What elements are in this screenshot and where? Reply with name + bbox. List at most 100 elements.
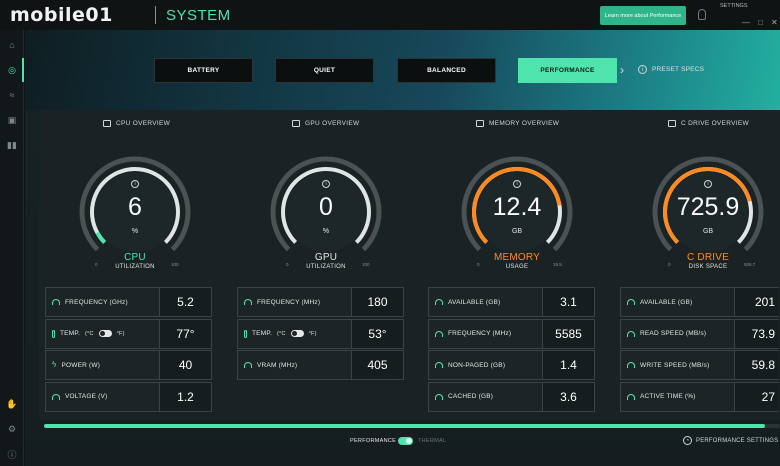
gauge-icon — [627, 330, 635, 337]
gauge-icon — [435, 393, 443, 400]
usage-gauge: i 12.4 GB MEMORY USAGE 0 15.5 — [457, 150, 577, 275]
info-icon[interactable]: i — [131, 180, 139, 188]
preset-balanced-button[interactable]: BALANCED — [397, 58, 496, 83]
page-title: SYSTEM — [166, 7, 231, 24]
stat-label-cell: CACHED (GB) — [428, 381, 542, 412]
mode-progress-track — [44, 424, 780, 428]
stat-value: 3.6 — [542, 381, 595, 412]
performance-settings-label: PERFORMANCE SETTINGS — [696, 437, 779, 444]
info-icon[interactable]: i — [638, 65, 647, 74]
stat-label-cell: WRITE SPEED (MB/s) — [620, 350, 734, 380]
mode-performance-label: PERFORMANCE — [350, 438, 397, 444]
device-icon[interactable]: ▣ — [5, 113, 19, 127]
stat-row: ϟ POWER (W) 40 — [45, 350, 212, 382]
app-window: mobile01 SYSTEM Learn more about Perform… — [0, 0, 780, 466]
gauge-min: 0 — [668, 262, 671, 267]
mode-toggle[interactable] — [398, 437, 413, 445]
stat-table: FREQUENCY (GHz) 5.2 TEMP. (°C °F) 77° ϟ POWER (… — [45, 287, 212, 413]
stat-label-cell: FREQUENCY (MHz) — [237, 287, 351, 317]
stat-value: 405 — [351, 350, 404, 380]
audio-icon[interactable]: ▮▮ — [5, 138, 19, 152]
overview-title: GPU OVERVIEW — [305, 119, 360, 127]
feedback-icon[interactable]: ✋ — [5, 397, 19, 411]
gauge-value: 725.9 — [676, 193, 740, 221]
gauge-max: 15.5 — [553, 262, 562, 267]
stat-label: AVAILABLE (GB) — [448, 298, 501, 306]
lightbulb-icon[interactable] — [698, 9, 706, 20]
stat-value: 59.8 — [734, 350, 779, 380]
sidebar-active-indicator — [22, 58, 24, 82]
stat-row: FREQUENCY (MHz) 5585 — [428, 318, 595, 351]
stat-row: FREQUENCY (GHz) 5.2 — [45, 287, 212, 319]
gauge-value: 6 — [128, 193, 142, 221]
overview-header-3: C DRIVE OVERVIEW — [668, 118, 749, 128]
preset-performance-button[interactable]: PERFORMANCE — [518, 58, 617, 83]
temperature-unit-toggle[interactable] — [98, 330, 112, 337]
gauge-min: 0 — [95, 262, 98, 267]
info-icon[interactable]: i — [513, 180, 521, 188]
system-icon[interactable]: ◎ — [5, 63, 19, 77]
gauge-max: 100 — [171, 262, 179, 267]
info-icon[interactable]: i — [704, 180, 712, 188]
preset-quiet-button[interactable]: QUIET — [275, 58, 374, 83]
stat-value: 53° — [351, 318, 404, 349]
stat-row: AVAILABLE (GB) 3.1 — [428, 287, 595, 319]
drive-icon — [668, 119, 676, 127]
stat-row: VOLTAGE (V) 1.2 — [45, 381, 212, 414]
gauge-unit: % — [131, 228, 139, 235]
chevron-right-icon[interactable]: › — [620, 63, 624, 77]
minimize-icon[interactable]: — — [742, 18, 750, 27]
gear-icon[interactable]: ⚙ — [5, 422, 19, 436]
maximize-icon[interactable]: □ — [758, 18, 763, 27]
info-icon[interactable]: i — [322, 180, 330, 188]
gauge-icon — [244, 362, 252, 368]
stat-label: CACHED (GB) — [448, 393, 494, 400]
usage-gauge: i 0% GPU UTILIZATION 0 100 — [266, 150, 386, 275]
gauge-min: 0 — [286, 262, 289, 267]
stat-table: AVAILABLE (GB) 201 READ SPEED (MB/s) 73.9 WR… — [620, 287, 779, 413]
stat-value: 1.4 — [542, 350, 595, 380]
info-icon[interactable]: ⓘ — [5, 447, 19, 461]
memory-icon — [476, 119, 484, 127]
stat-table: AVAILABLE (GB) 3.1 FREQUENCY (MHz) 5585 NON-… — [428, 287, 595, 413]
stat-label: READ SPEED (MB/s) — [640, 330, 707, 337]
lighting-icon[interactable]: ≈ — [5, 88, 19, 102]
overview-header-2: MEMORY OVERVIEW — [476, 118, 559, 128]
speedometer-icon: ◔ — [683, 436, 692, 445]
overview-header-0: CPU OVERVIEW — [103, 118, 170, 128]
gauge-icon — [627, 393, 635, 400]
learn-more-button[interactable]: Learn more about Performance — [600, 6, 686, 25]
stat-row: TEMP. (°C °F) 53° — [237, 318, 404, 351]
stat-label: AVAILABLE (GB) — [640, 298, 693, 306]
gauge-unit: GB — [702, 228, 714, 235]
close-icon[interactable]: ✕ — [771, 18, 778, 27]
preset-specs-link[interactable]: PRESET SPECS — [652, 66, 704, 73]
gauge-min: 0 — [477, 262, 480, 267]
gauge-max: 100 — [362, 262, 370, 267]
gauge-icon — [435, 330, 443, 337]
thermometer-icon — [52, 329, 55, 338]
stat-label: FREQUENCY (MHz) — [257, 298, 321, 306]
stat-label-cell: FREQUENCY (MHz) — [428, 318, 542, 349]
stat-label: ACTIVE TIME (%) — [640, 393, 696, 400]
home-icon[interactable]: ⌂ — [5, 38, 19, 52]
performance-settings-button[interactable]: ◔ PERFORMANCE SETTINGS — [683, 436, 778, 445]
preset-battery-button[interactable]: BATTERY — [154, 58, 253, 83]
gauge-unit: GB — [511, 228, 523, 235]
gauge-icon — [627, 299, 635, 305]
temperature-unit-toggle[interactable] — [290, 330, 304, 337]
stat-label-cell: VOLTAGE (V) — [45, 381, 159, 412]
stat-label: NON-PAGED (GB) — [448, 361, 506, 369]
stat-value: 1.2 — [159, 381, 212, 412]
gauge-max: 926.7 — [744, 262, 756, 267]
brand-logo: mobile01 — [10, 4, 113, 26]
stat-row: VRAM (MHz) 405 — [237, 350, 404, 382]
fahrenheit-label: °F) — [308, 330, 317, 337]
gauge-unit: % — [322, 228, 330, 235]
celsius-label: (°C — [277, 330, 286, 337]
gauge-value: 12.4 — [492, 193, 542, 221]
bolt-icon: ϟ — [52, 360, 57, 369]
settings-link[interactable]: SETTINGS — [720, 3, 748, 9]
stat-value: 5585 — [542, 318, 595, 349]
gauge-value: 0 — [319, 193, 333, 221]
